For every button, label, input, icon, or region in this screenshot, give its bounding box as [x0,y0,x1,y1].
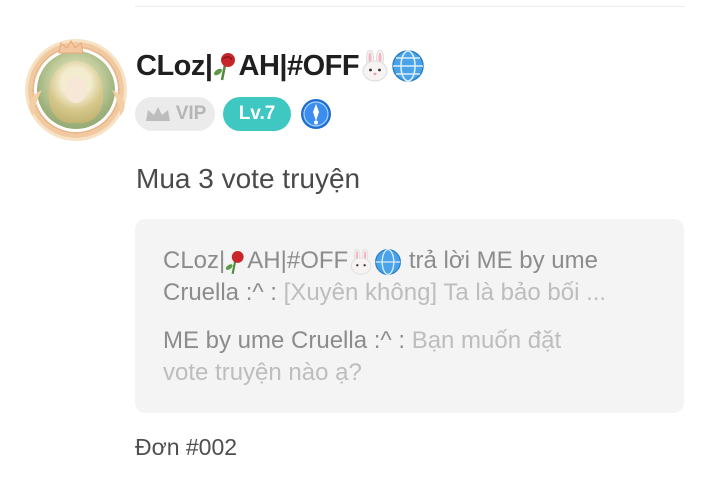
medal-icon[interactable] [299,97,333,131]
username-part-2: AH|#OFF [238,49,360,82]
avatar-leaf-right-icon [112,90,125,116]
quote-line-3: ME by ume Cruella :^ : Bạn muốn đặt [163,325,561,357]
quote-username-part-1: CLoz| [163,247,226,274]
crown-icon [145,107,170,121]
quote-line-1: CLoz| AH|#OFF trả lời ME by ume [163,245,598,277]
order-id: Đơn #002 [135,434,238,460]
quote-author: ME by ume Cruella :^ : [163,327,406,354]
rose-icon [226,250,244,274]
globe-icon [392,50,424,82]
level-badge[interactable]: Lv.7 [223,97,291,131]
vip-label: VIP [175,103,207,124]
username[interactable]: CLoz| AH|#OFF [136,49,425,83]
globe-icon [375,248,402,275]
quoted-reply[interactable]: CLoz| AH|#OFF trả lời ME by ume Cruella :… [135,219,684,413]
quote-message-end: vote truyện nào ạ? [163,359,362,386]
avatar-image [37,51,115,129]
rose-icon [213,53,235,81]
quote-reply-text: [Xuyên không] Ta là bảo bối ... [283,279,607,306]
user-avatar[interactable] [28,42,124,138]
rabbit-icon [351,248,372,275]
vip-badge[interactable]: VIP [135,97,215,131]
rabbit-icon [362,50,388,82]
post-title: Mua 3 vote truyện [136,163,361,194]
user-badges: VIP Lv.7 [135,97,333,131]
crown-icon [58,40,84,54]
quote-username-part-2: AH|#OFF [247,247,349,274]
quote-line-2: Cruella :^ : [Xuyên không] Ta là bảo bối… [163,277,606,309]
quote-message-start: Bạn muốn đặt [411,327,562,354]
top-divider [135,6,685,7]
quote-reply-target: Cruella :^ : [163,279,277,306]
username-part-1: CLoz| [136,49,213,82]
quote-reply-action: trả lời ME by ume [408,247,598,274]
avatar-leaf-left-icon [29,90,42,116]
